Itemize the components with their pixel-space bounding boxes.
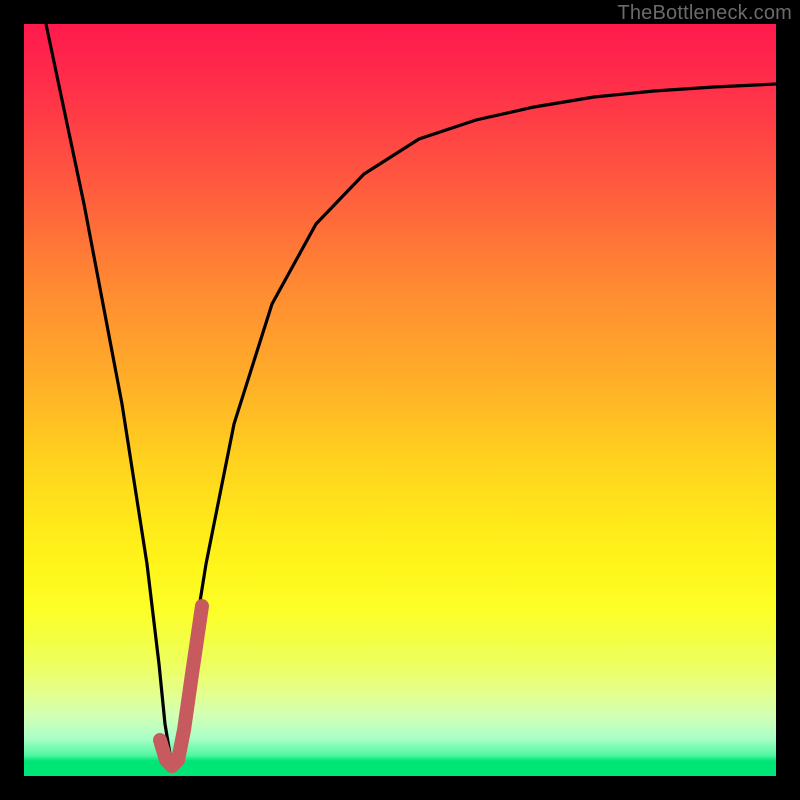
chart-frame: TheBottleneck.com — [0, 0, 800, 800]
curve-layer — [24, 24, 776, 776]
highlight-segment — [160, 606, 202, 766]
watermark-text: TheBottleneck.com — [617, 2, 792, 25]
plot-area — [24, 24, 776, 776]
bottleneck-curve — [46, 24, 776, 764]
